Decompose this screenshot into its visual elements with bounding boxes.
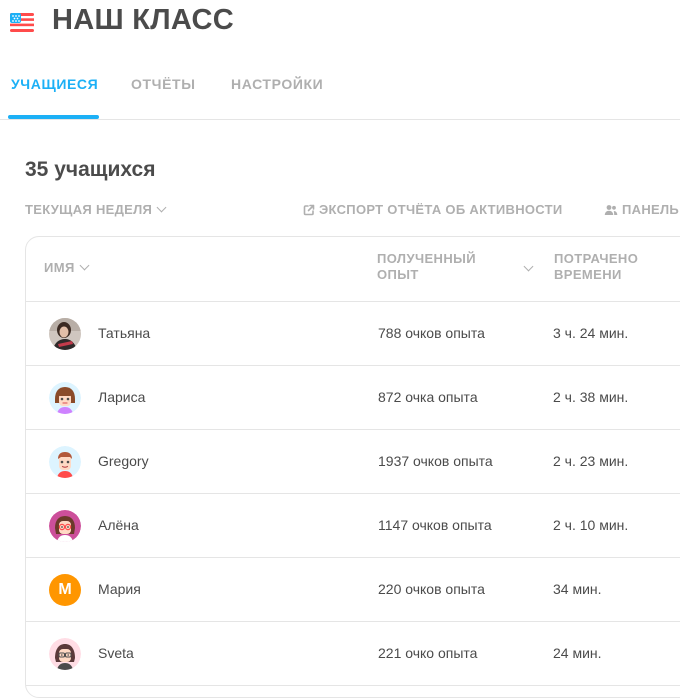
girl-glasses-avatar-icon — [49, 510, 81, 542]
avatar — [49, 510, 81, 542]
tab-bar: УЧАЩИЕСЯ ОТЧЁТЫ НАСТРОЙКИ — [0, 60, 680, 120]
column-header-name[interactable]: ИМЯ — [44, 260, 90, 276]
students-count: 35 учащихся — [25, 158, 156, 181]
student-xp: 220 очков опыта — [378, 581, 485, 597]
student-time: 24 мин. — [553, 645, 602, 661]
student-time: 2 ч. 38 мин. — [553, 389, 629, 405]
student-name: Татьяна — [98, 325, 151, 341]
xp-sort-chevron-icon[interactable] — [523, 261, 534, 277]
table-row[interactable]: Sveta 221 очко опыта 24 мин. — [26, 622, 680, 686]
column-header-time-line2: ВРЕМЕНИ — [554, 267, 622, 282]
external-link-icon — [303, 204, 315, 216]
table-row[interactable]: Алёна 1147 очков опыта 2 ч. 10 мин. — [26, 494, 680, 558]
us-flag-icon[interactable] — [10, 13, 34, 32]
active-tab-indicator — [8, 115, 99, 119]
page-header: НАШ КЛАСС — [0, 0, 680, 40]
student-time: 3 ч. 24 мин. — [553, 325, 629, 341]
student-time: 2 ч. 10 мин. — [553, 517, 629, 533]
column-header-xp-line2: ОПЫТ — [377, 267, 419, 282]
tab-settings[interactable]: НАСТРОЙКИ — [231, 76, 323, 92]
export-report-button[interactable]: ЭКСПОРТ ОТЧЁТА ОБ АКТИВНОСТИ — [303, 202, 563, 217]
woman-glasses-avatar-icon — [49, 638, 81, 670]
toolbar: ТЕКУЩАЯ НЕДЕЛЯ ЭКСПОРТ ОТЧЁТА ОБ АКТИВНО… — [0, 200, 680, 222]
tab-reports[interactable]: ОТЧЁТЫ — [131, 76, 196, 92]
student-name: Sveta — [98, 645, 134, 661]
page-title: НАШ КЛАСС — [52, 4, 234, 36]
avatar — [49, 638, 81, 670]
students-table: ИМЯ ПОЛУЧЕННЫЙ ОПЫТ ПОТРАЧЕНО ВРЕМЕНИ Та… — [25, 236, 680, 698]
column-header-xp[interactable]: ПОЛУЧЕННЫЙ ОПЫТ — [377, 251, 487, 283]
chevron-down-icon — [523, 261, 534, 272]
week-filter-dropdown[interactable]: ТЕКУЩАЯ НЕДЕЛЯ — [25, 202, 167, 217]
export-report-label: ЭКСПОРТ ОТЧЁТА ОБ АКТИВНОСТИ — [319, 202, 563, 217]
student-name: Алёна — [98, 517, 139, 533]
users-icon — [604, 205, 618, 215]
chevron-down-icon — [156, 202, 167, 213]
girl-avatar-icon — [49, 382, 81, 414]
table-row[interactable]: Лариса 872 очка опыта 2 ч. 38 мин. — [26, 366, 680, 430]
avatar — [49, 318, 81, 350]
student-xp: 1147 очков опыта — [378, 517, 492, 533]
student-xp: 788 очков опыта — [378, 325, 485, 341]
table-header: ИМЯ ПОЛУЧЕННЫЙ ОПЫТ ПОТРАЧЕНО ВРЕМЕНИ — [26, 237, 680, 302]
boy-avatar-icon — [49, 446, 81, 478]
chevron-down-icon — [79, 260, 90, 271]
column-header-time[interactable]: ПОТРАЧЕНО ВРЕМЕНИ — [554, 251, 674, 283]
student-name: Gregory — [98, 453, 149, 469]
table-row[interactable]: M Мария 220 очков опыта 34 мин. — [26, 558, 680, 622]
avatar — [49, 382, 81, 414]
student-time: 2 ч. 23 мин. — [553, 453, 629, 469]
avatar — [49, 446, 81, 478]
tab-students[interactable]: УЧАЩИЕСЯ — [11, 76, 98, 92]
student-name: Лариса — [98, 389, 146, 405]
table-row[interactable]: Татьяна 788 очков опыта 3 ч. 24 мин. — [26, 302, 680, 366]
avatar: M — [49, 574, 81, 606]
user-photo-icon — [49, 318, 81, 350]
student-xp: 221 очко опыта — [378, 645, 478, 661]
panel-label: ПАНЕЛЬ — [622, 202, 680, 217]
week-filter-label: ТЕКУЩАЯ НЕДЕЛЯ — [25, 202, 153, 217]
student-xp: 872 очка опыта — [378, 389, 478, 405]
column-header-name-label: ИМЯ — [44, 260, 75, 275]
panel-button[interactable]: ПАНЕЛЬ — [604, 202, 679, 217]
table-row[interactable]: Gregory 1937 очков опыта 2 ч. 23 мин. — [26, 430, 680, 494]
student-xp: 1937 очков опыта — [378, 453, 493, 469]
column-header-xp-line1: ПОЛУЧЕННЫЙ — [377, 251, 476, 266]
student-time: 34 мин. — [553, 581, 602, 597]
student-name: Мария — [98, 581, 141, 597]
column-header-time-line1: ПОТРАЧЕНО — [554, 251, 639, 266]
